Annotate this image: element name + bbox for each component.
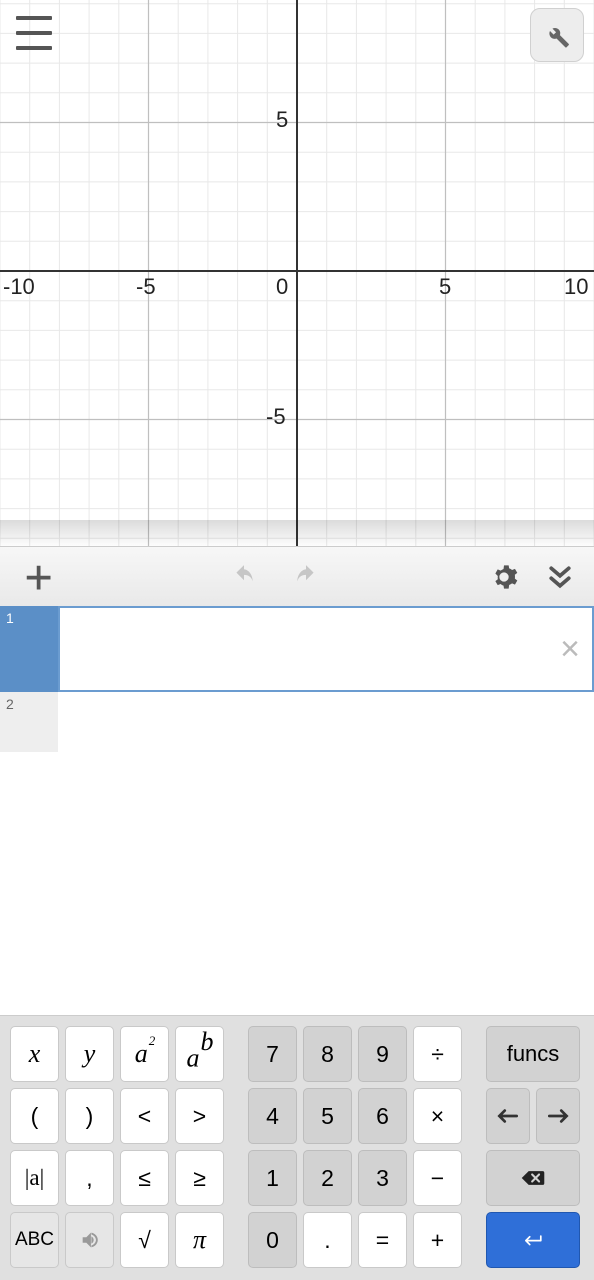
key-audio[interactable] xyxy=(65,1212,114,1268)
axis-label-x-neg10: -10 xyxy=(3,274,35,299)
undo-button[interactable] xyxy=(216,549,272,605)
wrench-icon xyxy=(543,21,571,49)
axis-label-y-5: 5 xyxy=(276,107,288,132)
expression-input-1[interactable] xyxy=(60,608,592,690)
backspace-icon xyxy=(520,1167,546,1189)
axis-label-x-neg5: -5 xyxy=(136,274,156,299)
graph-area[interactable]: -10 -5 0 5 10 5 -5 xyxy=(0,0,594,546)
key-arrow-right[interactable] xyxy=(536,1088,580,1144)
key-a-squared[interactable]: a2 xyxy=(120,1026,169,1082)
axis-label-origin: 0 xyxy=(276,274,288,299)
key-greater-than[interactable]: > xyxy=(175,1088,224,1144)
key-less-than[interactable]: < xyxy=(120,1088,169,1144)
key-9[interactable]: 9 xyxy=(358,1026,407,1082)
key-pi[interactable]: π xyxy=(175,1212,224,1268)
undo-icon xyxy=(229,564,259,590)
key-plus[interactable]: + xyxy=(413,1212,462,1268)
redo-icon xyxy=(291,564,321,590)
key-equals[interactable]: = xyxy=(358,1212,407,1268)
enter-icon xyxy=(520,1229,546,1251)
add-expression-button[interactable] xyxy=(10,549,66,605)
key-comma[interactable]: , xyxy=(65,1150,114,1206)
key-abc[interactable]: ABC xyxy=(10,1212,59,1268)
key-less-equal[interactable]: ≤ xyxy=(120,1150,169,1206)
key-absolute-value[interactable]: |a| xyxy=(10,1150,59,1206)
expression-toolbar xyxy=(0,546,594,606)
arrow-right-icon xyxy=(545,1105,571,1127)
key-2[interactable]: 2 xyxy=(303,1150,352,1206)
key-6[interactable]: 6 xyxy=(358,1088,407,1144)
key-functions[interactable]: funcs xyxy=(486,1026,580,1082)
expression-index: 2 xyxy=(0,692,58,752)
key-greater-equal[interactable]: ≥ xyxy=(175,1150,224,1206)
key-divide[interactable]: ÷ xyxy=(413,1026,462,1082)
graph-canvas[interactable]: -10 -5 0 5 10 5 -5 xyxy=(0,0,594,546)
axis-label-x-5: 5 xyxy=(439,274,451,299)
hamburger-menu-button[interactable] xyxy=(16,16,52,50)
key-0[interactable]: 0 xyxy=(248,1212,297,1268)
gear-icon xyxy=(490,563,518,591)
key-backspace[interactable] xyxy=(486,1150,580,1206)
key-sqrt[interactable]: √ xyxy=(120,1212,169,1268)
redo-button[interactable] xyxy=(278,549,334,605)
axis-label-x-10: 10 xyxy=(564,274,588,299)
plus-icon xyxy=(23,562,53,592)
chevron-double-down-icon xyxy=(545,562,575,592)
arrow-left-icon xyxy=(495,1105,521,1127)
key-arrow-left[interactable] xyxy=(486,1088,530,1144)
speaker-icon xyxy=(77,1229,103,1251)
key-right-paren[interactable]: ) xyxy=(65,1088,114,1144)
key-7[interactable]: 7 xyxy=(248,1026,297,1082)
expression-list: 1 × 2 xyxy=(0,606,594,752)
key-enter[interactable] xyxy=(486,1212,580,1268)
expression-row-1[interactable]: 1 × xyxy=(0,606,594,692)
key-a-power-b[interactable]: ab xyxy=(175,1026,224,1082)
collapse-panel-button[interactable] xyxy=(532,549,588,605)
key-x[interactable]: x xyxy=(10,1026,59,1082)
key-multiply[interactable]: × xyxy=(413,1088,462,1144)
expression-settings-button[interactable] xyxy=(476,549,532,605)
expression-index: 1 xyxy=(0,606,58,692)
keypad: x y a2 ab 7 8 9 ÷ funcs ( ) < > 4 5 6 × … xyxy=(0,1015,594,1280)
expression-row-2[interactable]: 2 xyxy=(0,692,594,752)
key-4[interactable]: 4 xyxy=(248,1088,297,1144)
delete-expression-button[interactable]: × xyxy=(554,633,586,665)
graph-settings-button[interactable] xyxy=(530,8,584,62)
close-icon: × xyxy=(560,632,580,666)
menu-icon xyxy=(16,16,52,20)
key-5[interactable]: 5 xyxy=(303,1088,352,1144)
key-1[interactable]: 1 xyxy=(248,1150,297,1206)
key-left-paren[interactable]: ( xyxy=(10,1088,59,1144)
key-3[interactable]: 3 xyxy=(358,1150,407,1206)
key-y[interactable]: y xyxy=(65,1026,114,1082)
key-8[interactable]: 8 xyxy=(303,1026,352,1082)
axis-label-y-neg5: -5 xyxy=(266,404,286,429)
key-minus[interactable]: − xyxy=(413,1150,462,1206)
key-decimal[interactable]: . xyxy=(303,1212,352,1268)
